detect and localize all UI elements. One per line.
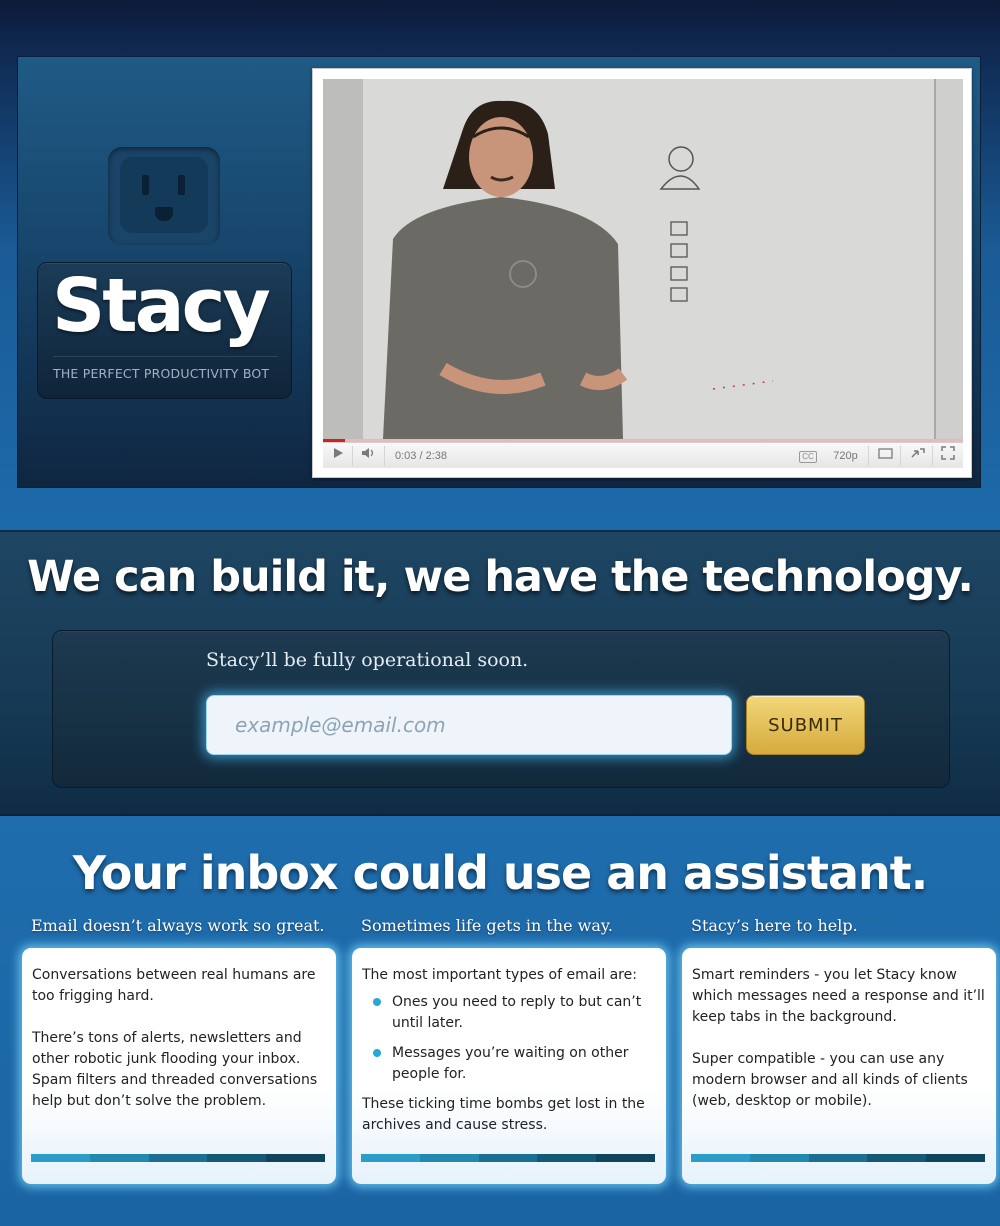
- logo: Stacy THE PERFECT PRODUCTIVITY BOT: [37, 262, 292, 399]
- features-section: Your inbox could use an assistant. Email…: [0, 816, 1000, 1226]
- socket-slot-left: [142, 175, 149, 195]
- socket-icon: [108, 147, 220, 245]
- socket-ground: [155, 207, 173, 221]
- card-footer-bar: [31, 1154, 325, 1162]
- list-item: Messages you’re waiting on other people …: [362, 1043, 656, 1085]
- card-paragraph: There’s tons of alerts, newsletters and …: [32, 1030, 318, 1109]
- feature-card: Conversations between real humans are to…: [22, 948, 336, 1184]
- hero-section: Stacy THE PERFECT PRODUCTIVITY BOT 0:03 …: [0, 0, 1000, 530]
- list-item-text: Ones you need to reply to but can’t unti…: [392, 994, 642, 1031]
- logo-divider: [53, 356, 278, 357]
- card-footer-bar: [361, 1154, 655, 1162]
- logo-title: Stacy: [52, 263, 271, 349]
- play-icon[interactable]: [323, 446, 353, 466]
- video-time: 0:03 / 2:38: [395, 450, 447, 462]
- card-outro: These ticking time bombs get lost in the…: [362, 1096, 645, 1133]
- submit-button[interactable]: SUBMIT: [746, 695, 865, 755]
- video-frame-image: [323, 79, 963, 439]
- list-item: Ones you need to reply to but can’t unti…: [362, 992, 656, 1034]
- feature-column-title: Sometimes life gets in the way.: [361, 916, 613, 935]
- hero-panel: Stacy THE PERFECT PRODUCTIVITY BOT 0:03 …: [17, 56, 981, 488]
- socket-face: [120, 157, 208, 233]
- card-footer-bar: [691, 1154, 985, 1162]
- socket-slot-right: [178, 175, 185, 195]
- cc-icon[interactable]: CC: [797, 446, 819, 466]
- signup-box: Stacy’ll be fully operational soon. SUBM…: [52, 630, 950, 788]
- email-input[interactable]: [206, 695, 732, 755]
- signup-section: We can build it, we have the technology.…: [0, 530, 1000, 816]
- popout-icon[interactable]: [871, 446, 901, 466]
- signup-heading: We can build it, we have the technology.: [27, 552, 974, 602]
- card-intro: The most important types of email are:: [362, 967, 637, 983]
- video-controls: 0:03 / 2:38 CC 720p: [323, 442, 963, 468]
- logo-subtitle: THE PERFECT PRODUCTIVITY BOT: [53, 366, 270, 381]
- card-paragraph: Conversations between real humans are to…: [32, 967, 316, 1004]
- feature-card: Smart reminders - you let Stacy know whi…: [682, 948, 996, 1184]
- card-paragraph: Smart reminders - you let Stacy know whi…: [692, 967, 985, 1025]
- bullet-icon: [373, 1049, 381, 1057]
- feature-column-title: Stacy’s here to help.: [691, 916, 858, 935]
- quality-button[interactable]: 720p: [823, 446, 869, 466]
- volume-icon[interactable]: [353, 446, 385, 466]
- fullscreen-icon[interactable]: [933, 446, 963, 466]
- card-bullet-list: Ones you need to reply to but can’t unti…: [362, 992, 656, 1085]
- cc-label: CC: [799, 451, 817, 463]
- feature-card: The most important types of email are: O…: [352, 948, 666, 1184]
- video-screen[interactable]: [323, 79, 963, 439]
- list-item-text: Messages you’re waiting on other people …: [392, 1045, 629, 1082]
- video-player: 0:03 / 2:38 CC 720p: [312, 68, 972, 478]
- expand-icon[interactable]: [903, 446, 933, 466]
- bullet-icon: [373, 998, 381, 1006]
- feature-column-title: Email doesn’t always work so great.: [31, 916, 325, 935]
- card-paragraph: Super compatible - you can use any moder…: [692, 1051, 968, 1109]
- features-heading: Your inbox could use an assistant.: [72, 846, 929, 900]
- signup-message: Stacy’ll be fully operational soon.: [206, 649, 529, 671]
